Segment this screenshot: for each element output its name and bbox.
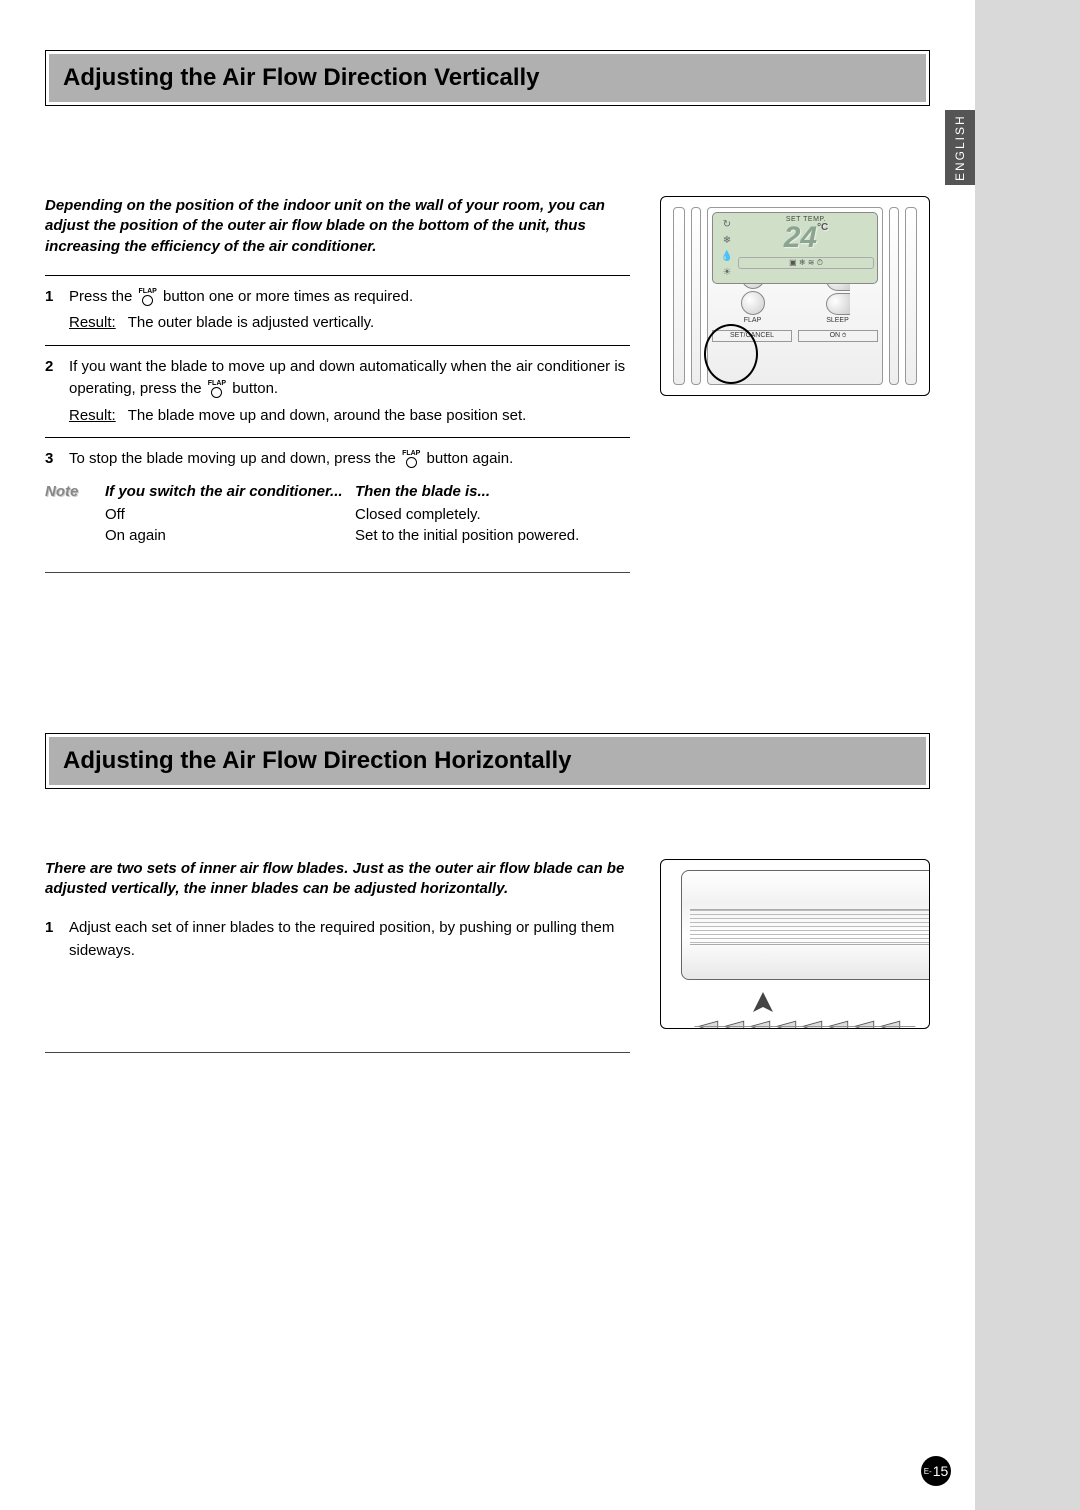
section2-body: There are two sets of inner air flow bla… — [45, 859, 930, 1054]
sleep-button — [826, 293, 850, 315]
flap-icon-label: FLAP — [402, 450, 420, 457]
note-header-col2: Then the blade is... — [355, 483, 630, 500]
note-cell: Set to the initial position powered. — [355, 527, 630, 544]
setcancel-label: SET/CANCEL — [712, 330, 792, 342]
result-label: Result: — [69, 405, 116, 428]
flap-icon: FLAP — [402, 450, 420, 468]
step-row: 2 If you want the blade to move up and d… — [45, 356, 630, 428]
remote-side-panel — [691, 207, 701, 385]
remote-side-panel — [673, 207, 685, 385]
remote-lower-row: SET/CANCEL ON — [712, 330, 878, 342]
step-number: 3 — [45, 448, 69, 471]
remote-figure: ↻ ❄ 💧 ☀ SET TEMP. 24°C ▣ ❄ ≋ ⏱ — [660, 196, 930, 396]
divider — [45, 1052, 630, 1053]
note-header-col1: If you switch the air conditioner... — [105, 483, 355, 500]
step-text: If you want the blade to move up and dow… — [69, 356, 630, 428]
snowflake-icon: ❄ — [723, 235, 731, 246]
step1-pre: Press the — [69, 288, 137, 305]
note-label: Note — [45, 483, 105, 548]
note-block: Note If you switch the air conditioner..… — [45, 483, 630, 548]
auto-icon: ↻ — [723, 219, 731, 230]
divider — [45, 572, 630, 573]
remote-side-panel — [889, 207, 899, 385]
step-text: Press the FLAP button one or more times … — [69, 286, 630, 335]
step-row: 1 Adjust each set of inner blades to the… — [45, 917, 630, 962]
flap-icon-label: FLAP — [139, 288, 157, 295]
page-number-badge: E-15 — [921, 1456, 951, 1486]
lcd-temp-value: 24°C — [738, 223, 874, 253]
note-cell: On again — [105, 527, 355, 544]
flap-icon: FLAP — [208, 380, 226, 398]
flap-icon-circle — [142, 295, 153, 306]
flap-icon-circle — [406, 457, 417, 468]
result-text: The outer blade is adjusted vertically. — [128, 312, 375, 335]
step-row: 1 Press the FLAP button one or more time… — [45, 286, 630, 335]
note-cell: Off — [105, 506, 355, 523]
page-number-prefix: E- — [924, 1467, 932, 1476]
step-number: 1 — [45, 286, 69, 335]
ac-grille-icon — [690, 909, 930, 945]
step-row: 3 To stop the blade moving up and down, … — [45, 448, 630, 471]
droplet-icon: 💧 — [721, 251, 733, 262]
section1-right-column: ↻ ❄ 💧 ☀ SET TEMP. 24°C ▣ ❄ ≋ ⏱ — [660, 196, 930, 573]
step2-post: button. — [232, 380, 278, 397]
section1-title-bar: Adjusting the Air Flow Direction Vertica… — [45, 50, 930, 106]
remote-mode-icons: ↻ ❄ 💧 ☀ — [716, 216, 738, 280]
ac-unit-body — [681, 870, 930, 980]
remote-main-panel: ↻ ❄ 💧 ☀ SET TEMP. 24°C ▣ ❄ ≋ ⏱ — [707, 207, 883, 385]
ac-blades-icon — [661, 1016, 930, 1029]
section1-body: Depending on the position of the indoor … — [45, 196, 930, 573]
section1-title: Adjusting the Air Flow Direction Vertica… — [63, 64, 912, 92]
sun-icon: ☀ — [723, 267, 732, 278]
section2-title: Adjusting the Air Flow Direction Horizon… — [63, 747, 912, 775]
section1-left-column: Depending on the position of the indoor … — [45, 196, 630, 573]
flap-button-label: FLAP — [744, 317, 762, 324]
section2-intro: There are two sets of inner air flow bla… — [45, 859, 630, 900]
section2-title-bar: Adjusting the Air Flow Direction Horizon… — [45, 733, 930, 789]
result-text: The blade move up and down, around the b… — [128, 405, 527, 428]
page: ENGLISH Adjusting the Air Flow Direction… — [0, 0, 975, 1510]
result-label: Result: — [69, 312, 116, 335]
section2: Adjusting the Air Flow Direction Horizon… — [45, 733, 930, 1054]
step-text: To stop the blade moving up and down, pr… — [69, 448, 630, 471]
ac-unit-figure — [660, 859, 930, 1029]
step-text: Adjust each set of inner blades to the r… — [69, 917, 630, 962]
section1-intro: Depending on the position of the indoor … — [45, 196, 630, 257]
flap-button — [741, 291, 765, 315]
note-table: If you switch the air conditioner... The… — [105, 483, 630, 548]
step-number: 2 — [45, 356, 69, 428]
remote-lcd: ↻ ❄ 💧 ☀ SET TEMP. 24°C ▣ ❄ ≋ ⏱ — [712, 212, 878, 284]
lcd-status-icons: ▣ ❄ ≋ ⏱ — [738, 257, 874, 269]
note-cell: Closed completely. — [355, 506, 630, 523]
page-number: 15 — [933, 1463, 949, 1479]
flap-icon-label: FLAP — [208, 380, 226, 387]
divider — [45, 275, 630, 276]
step2-pre: If you want the blade to move up and dow… — [69, 358, 625, 398]
remote-side-panel — [905, 207, 917, 385]
language-tab: ENGLISH — [945, 110, 975, 185]
divider — [45, 345, 630, 346]
section2-right-column — [660, 859, 930, 1054]
step3-pre: To stop the blade moving up and down, pr… — [69, 450, 400, 467]
flap-icon-circle — [211, 387, 222, 398]
divider — [45, 437, 630, 438]
step-number: 1 — [45, 917, 69, 962]
sleep-button-label: SLEEP — [826, 317, 849, 324]
step3-post: button again. — [427, 450, 514, 467]
on-label: ON — [798, 330, 878, 342]
section2-left-column: There are two sets of inner air flow bla… — [45, 859, 630, 1054]
step1-post: button one or more times as required. — [163, 288, 413, 305]
flap-icon: FLAP — [139, 288, 157, 306]
arrow-up-icon — [751, 990, 775, 1014]
remote-button-row: FLAP SLEEP — [712, 288, 878, 324]
